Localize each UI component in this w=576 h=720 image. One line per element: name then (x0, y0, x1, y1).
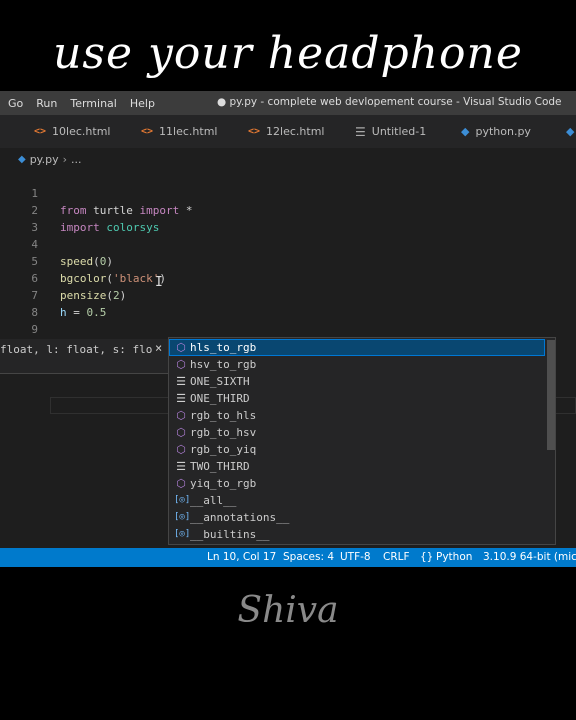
method-icon: ⬡ (176, 477, 186, 490)
tab-10lec[interactable]: <> 10lec.html (34, 115, 110, 148)
constant-icon: ☰ (176, 375, 186, 388)
status-language[interactable]: Python (436, 551, 472, 563)
tab-bar: <> 10lec.html <> 11lec.html <> 12lec.htm… (0, 115, 576, 148)
signature-help-popup: float, l: float, s: flo × (0, 339, 168, 374)
suggestion-label: ONE_THIRD (190, 392, 250, 405)
python-icon: ◆ (461, 125, 470, 138)
tab-label: python.py (475, 125, 531, 138)
status-encoding[interactable]: UTF-8 (340, 551, 371, 563)
method-icon: ⬡ (176, 341, 186, 354)
tab-label: 12lec.html (266, 125, 325, 138)
variable-icon: [◎] (174, 495, 191, 505)
code-line-current: 10 c =colorsys. (0, 321, 576, 371)
suggestion-item[interactable]: ⬡ hls_to_rgb (169, 339, 545, 356)
code-line: 7 h = 0.5 (0, 270, 576, 319)
code-line: 2 import colorsys (0, 185, 576, 234)
html-icon: <> (34, 126, 47, 137)
suggestion-label: __annotations__ (190, 511, 290, 524)
method-icon: ⬡ (176, 443, 186, 456)
menubar: Go Run Terminal Help ● py.py - complete … (0, 91, 576, 115)
method-icon: ⬡ (176, 358, 186, 371)
python-icon: ◆ (566, 125, 575, 138)
tab-untitled-1[interactable]: ☰ Untitled-1 (355, 115, 426, 148)
video-overlay-title: use your headphone (53, 28, 523, 79)
tab-python-py[interactable]: ◆ python.py (461, 115, 531, 148)
menu-run[interactable]: Run (31, 97, 62, 110)
suggestion-item[interactable]: ⬡ rgb_to_yiq (169, 441, 545, 458)
tab-12lec[interactable]: <> 12lec.html (248, 115, 324, 148)
tab-label: 10lec.html (52, 125, 111, 138)
signature-text: float, l: float, s: flo (0, 343, 153, 356)
method-icon: ⬡ (176, 409, 186, 422)
tab-label: 11lec.html (159, 125, 218, 138)
code-line: 4 speed(0) (0, 219, 576, 268)
suggest-scrollbar[interactable] (547, 340, 555, 450)
constant-icon: ☰ (176, 392, 186, 405)
status-cursor-position[interactable]: Ln 10, Col 17 (207, 551, 276, 563)
method-icon: ⬡ (176, 426, 186, 439)
status-indentation[interactable]: Spaces: 4 (283, 551, 334, 563)
suggestion-item[interactable]: ⬡ yiq_to_rgb (169, 475, 545, 492)
tab-py-py-active[interactable]: ◆ (566, 115, 576, 148)
suggestion-item[interactable]: ☰ ONE_THIRD (169, 390, 545, 407)
suggestion-label: __builtins__ (190, 528, 270, 541)
breadcrumb: ◆ py.py › ... (18, 150, 82, 168)
vscode-window: Go Run Terminal Help ● py.py - complete … (0, 91, 576, 567)
constant-icon: ☰ (176, 460, 186, 473)
suggestion-item[interactable]: ⬡ rgb_to_hls (169, 407, 545, 424)
signature-watermark: Shiva (237, 590, 339, 631)
window-title: ● py.py - complete web devlopement cours… (217, 96, 562, 108)
suggestion-label: TWO_THIRD (190, 460, 250, 473)
code-line: 8 (0, 287, 576, 319)
suggestion-label: rgb_to_hls (190, 409, 257, 422)
html-icon: <> (141, 126, 154, 137)
html-icon: <> (248, 126, 261, 137)
suggestion-label: yiq_to_rgb (190, 477, 257, 490)
close-icon[interactable]: × (155, 341, 162, 355)
python-icon: ◆ (18, 153, 26, 165)
suggestion-label: hls_to_rgb (190, 341, 257, 354)
status-eol[interactable]: CRLF (383, 551, 410, 563)
status-bar: Ln 10, Col 17 Spaces: 4 UTF-8 CRLF {} Py… (0, 548, 576, 567)
suggestion-label: rgb_to_yiq (190, 443, 257, 456)
suggestion-item[interactable]: [◎] __annotations__ (169, 509, 545, 526)
menu-terminal[interactable]: Terminal (65, 97, 122, 110)
chevron-right-icon: › (62, 152, 68, 166)
suggestion-label: ONE_SIXTH (190, 375, 250, 388)
variable-icon: [◎] (174, 529, 191, 539)
status-interpreter[interactable]: 3.10.9 64-bit (micro (483, 551, 576, 563)
code-line: 6 pensize(2) (0, 253, 576, 302)
code-line: 5 bgcolor('black') (0, 236, 576, 285)
suggestion-item[interactable]: ⬡ rgb_to_hsv (169, 424, 545, 441)
menu-go[interactable]: Go (3, 97, 28, 110)
ibeam-cursor-icon: I (155, 275, 163, 290)
braces-icon: {} (420, 551, 434, 563)
suggestion-item[interactable]: ☰ ONE_SIXTH (169, 373, 545, 390)
menu-help[interactable]: Help (125, 97, 160, 110)
tab-label: Untitled-1 (371, 125, 427, 138)
breadcrumb-file[interactable]: py.py (30, 153, 59, 166)
suggestion-item[interactable]: ⬡ hsv_to_rgb (169, 356, 545, 373)
text-file-icon: ☰ (355, 124, 366, 139)
code-line: 3 (0, 202, 576, 234)
suggestion-label: hsv_to_rgb (190, 358, 257, 371)
tab-11lec[interactable]: <> 11lec.html (141, 115, 217, 148)
code-line: 1 from turtle import * (0, 168, 576, 217)
breadcrumb-more[interactable]: ... (71, 153, 82, 166)
autocomplete-suggest-widget: ⬡ hls_to_rgb ⬡ hsv_to_rgb ☰ ONE_SIXTH ☰ … (168, 337, 556, 545)
variable-icon: [◎] (174, 512, 191, 522)
suggestion-item[interactable]: ☰ TWO_THIRD (169, 458, 545, 475)
code-line: 9 for i in range(200): (0, 304, 576, 353)
suggestion-label: __all__ (190, 494, 237, 507)
suggestion-label: rgb_to_hsv (190, 426, 257, 439)
suggestion-item[interactable]: [◎] __builtins__ (169, 526, 545, 543)
suggestion-item[interactable]: [◎] __all__ (169, 492, 545, 509)
